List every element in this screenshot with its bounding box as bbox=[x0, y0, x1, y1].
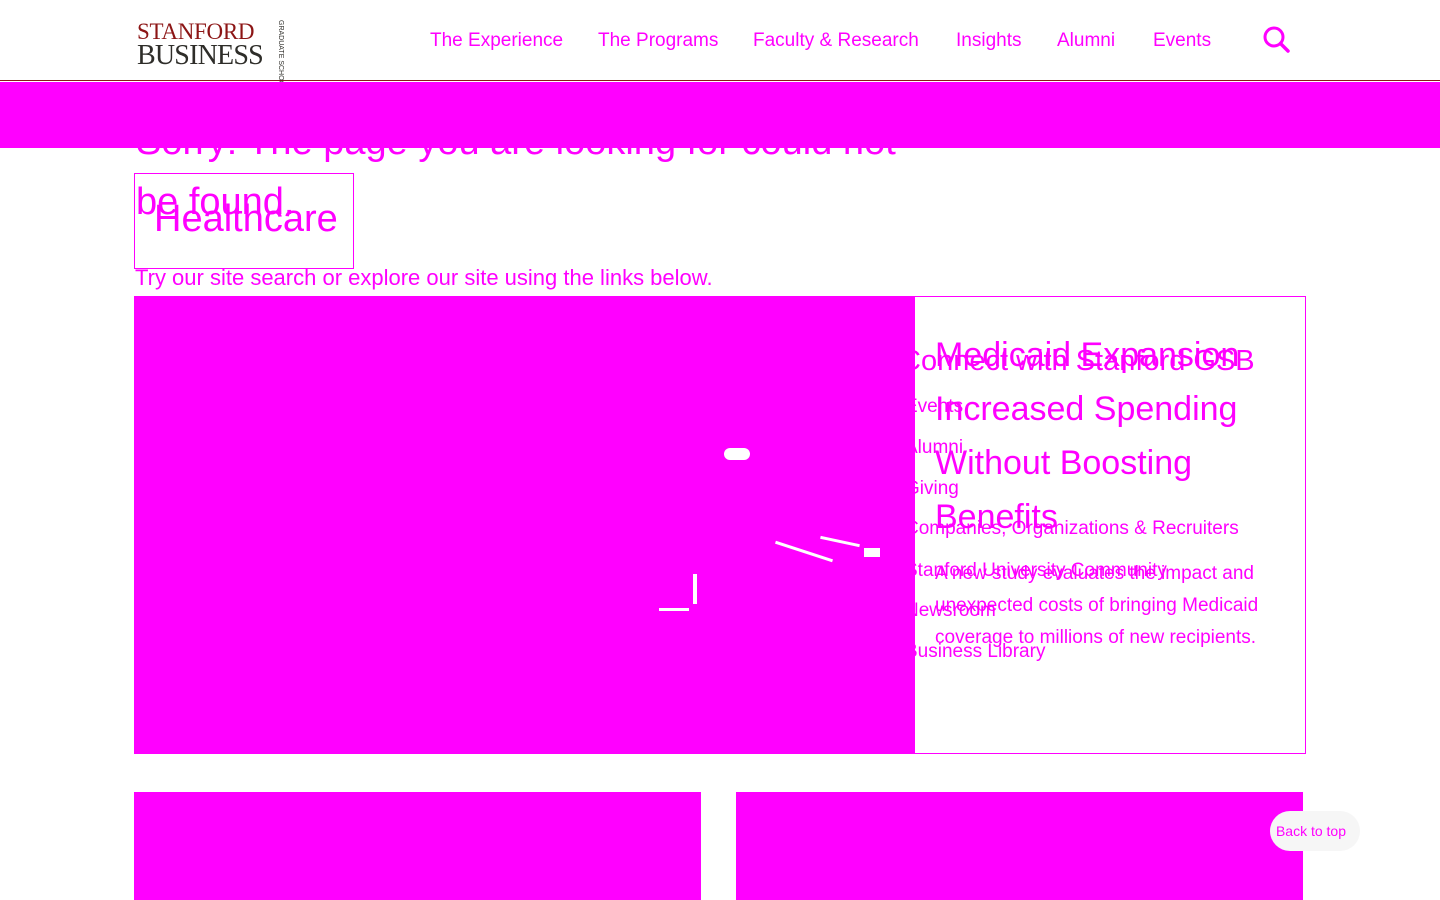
image-highlight bbox=[775, 540, 833, 563]
image-highlight bbox=[693, 574, 697, 604]
feature-card-title[interactable]: Medicaid Expansion Increased Spending Wi… bbox=[935, 328, 1275, 544]
image-highlight bbox=[724, 448, 750, 460]
bottom-panel-right bbox=[736, 792, 1303, 900]
bottom-panel-left bbox=[134, 792, 701, 900]
nav-insights[interactable]: Insights bbox=[956, 30, 1021, 52]
image-highlight bbox=[864, 548, 880, 557]
feature-card-description: A new study evaluates the impact and une… bbox=[935, 563, 1259, 648]
back-to-top-button[interactable]: Back to top bbox=[1270, 811, 1360, 851]
nav-alumni[interactable]: Alumni bbox=[1057, 30, 1115, 52]
topic-tag[interactable]: Healthcare bbox=[154, 198, 338, 241]
search-icon bbox=[1263, 26, 1290, 53]
search-button[interactable] bbox=[1262, 25, 1292, 55]
image-highlight bbox=[820, 535, 860, 548]
image-highlight bbox=[659, 608, 689, 611]
page-subtitle: Try our site search or explore our site … bbox=[135, 265, 713, 290]
logo-side-text: GRADUATE SCHOOL OF bbox=[277, 20, 297, 101]
nav-faculty-research[interactable]: Faculty & Research bbox=[753, 30, 919, 52]
nav-events[interactable]: Events bbox=[1153, 30, 1211, 52]
hero-image bbox=[134, 296, 915, 754]
nav-the-programs[interactable]: The Programs bbox=[598, 30, 718, 52]
logo-line-business: BUSINESS bbox=[137, 40, 264, 71]
stanford-gsb-logo[interactable]: STANFORD BUSINESS GRADUATE SCHOOL OF bbox=[137, 20, 297, 101]
nav-the-experience[interactable]: The Experience bbox=[430, 30, 563, 52]
